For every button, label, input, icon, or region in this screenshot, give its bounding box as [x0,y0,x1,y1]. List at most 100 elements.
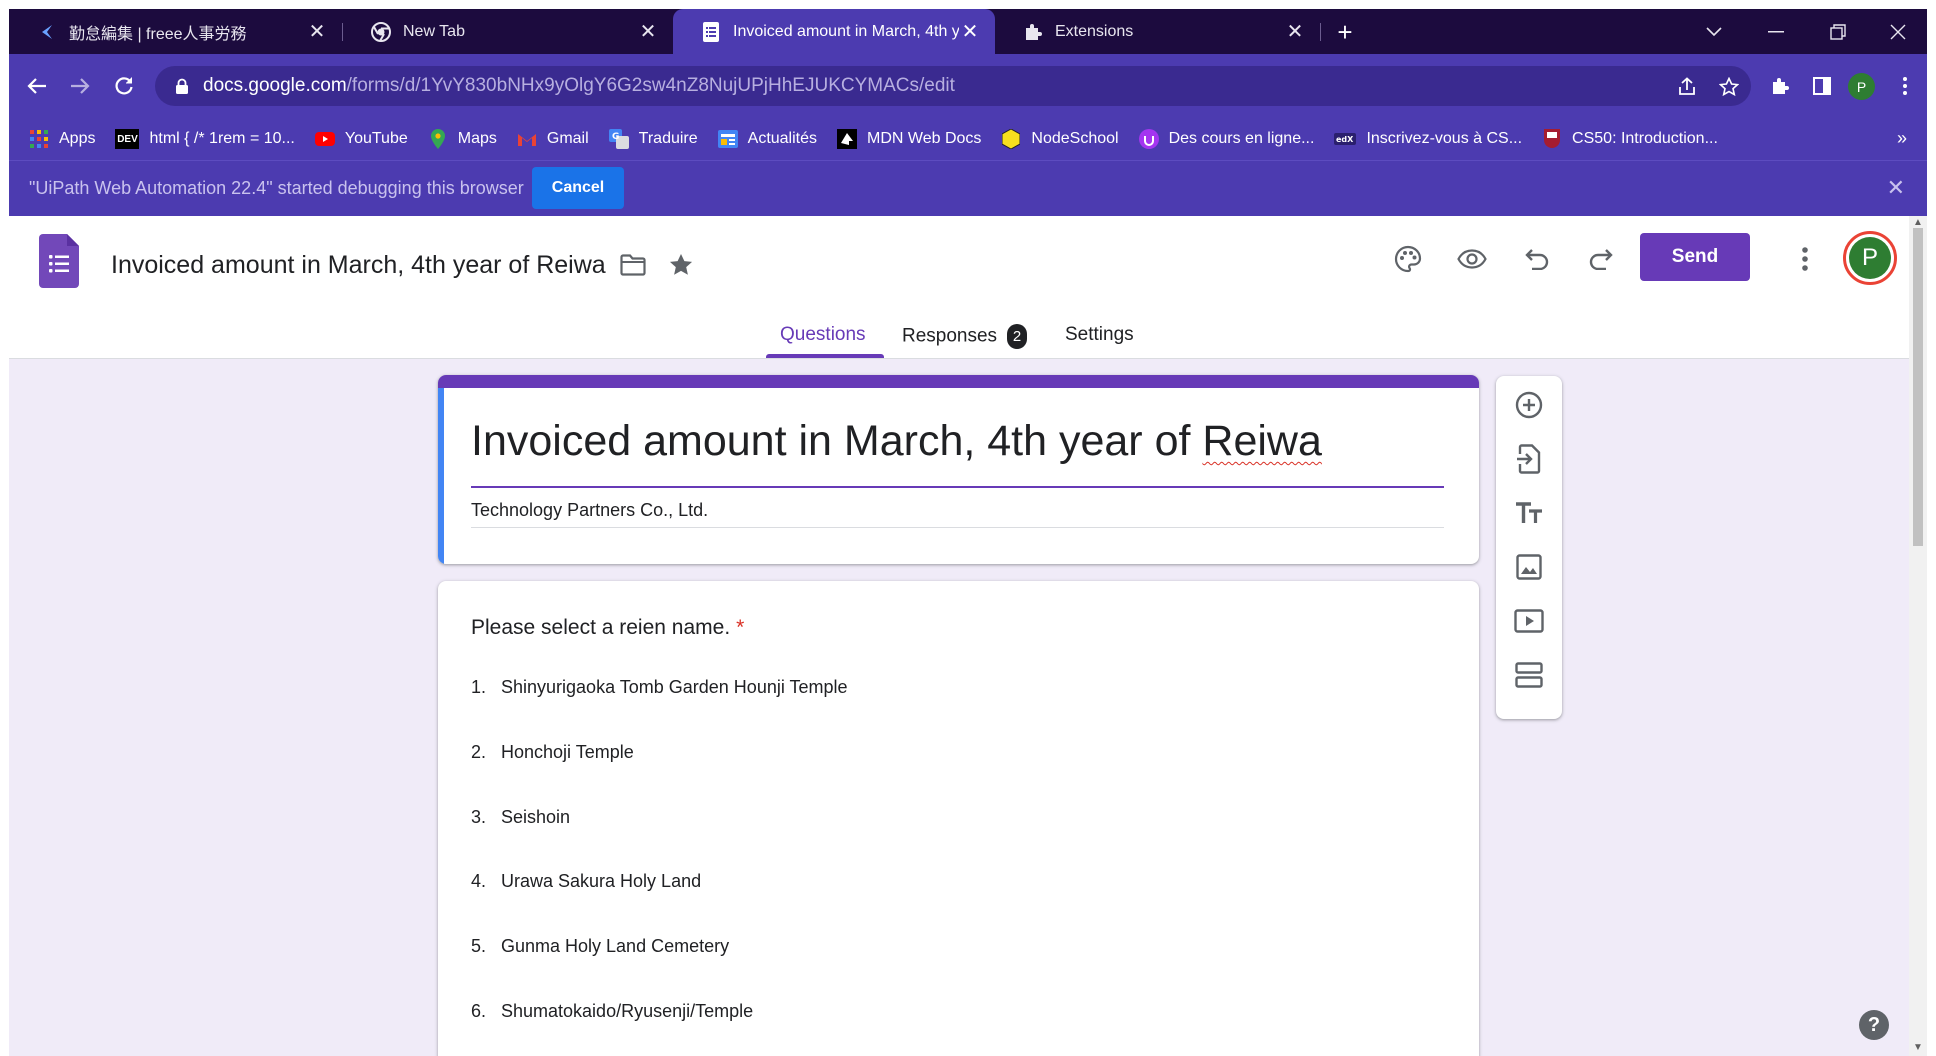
send-button[interactable]: Send [1640,233,1750,281]
list-item[interactable]: 3. Seishoin [471,807,570,828]
option-label: Urawa Sakura Holy Land [501,871,702,891]
bookmark-gmail[interactable]: Gmail [517,118,589,160]
option-number: 1. [471,677,487,697]
apps-grid-icon [29,129,49,149]
tab-title: Invoiced amount in March, 4th ye [733,22,959,40]
bookmark-label: CS50: Introduction... [1572,130,1718,147]
bookmark-label: Gmail [546,130,589,147]
list-item[interactable]: 6. Shumatokaido/Ryusenji/Temple [471,1001,753,1022]
option-number: 4. [471,871,487,891]
bookmark-edx[interactable]: edX Inscrivez-vous à CS... [1334,118,1522,160]
scroll-down-arrow-icon[interactable]: ▼ [1913,1042,1923,1053]
browser-window: 勤怠編集 | freee人事労務 ✕ New Tab ✕ Invoiced am… [9,9,1927,1056]
add-video-icon[interactable] [1512,604,1546,638]
bookmarks-overflow-chevron[interactable]: » [1897,128,1907,149]
account-avatar[interactable]: P [1843,231,1897,285]
bookmark-label: NodeSchool [1031,130,1119,147]
list-item[interactable]: 2. Honchoji Temple [471,742,634,763]
form-description-input[interactable]: Technology Partners Co., Ltd. [471,500,708,521]
document-title[interactable]: Invoiced amount in March, 4th year of Re… [111,251,606,280]
tab-title: Extensions [1055,22,1134,40]
required-asterisk: * [736,616,745,639]
bookmark-star-icon[interactable] [1716,74,1742,100]
add-title-text-icon[interactable] [1512,496,1546,530]
tab-search-chevron-icon[interactable] [1699,17,1729,47]
bookmark-traduire[interactable]: G Traduire [608,118,698,160]
list-item[interactable]: 4. Urawa Sakura Holy Land [471,871,701,892]
bookmark-dev[interactable]: DEV html { /* 1rem = 10... [115,118,295,160]
close-icon[interactable]: ✕ [959,21,981,43]
bookmark-mdn[interactable]: MDN Web Docs [837,118,981,160]
svg-text:G: G [612,132,619,142]
selected-card-indicator [438,388,444,564]
bookmark-maps[interactable]: Maps [428,118,497,160]
maps-icon [428,129,448,149]
preview-eye-icon[interactable] [1455,242,1489,276]
theme-color-bar [438,375,1479,388]
page-scrollbar[interactable]: ▲ ▼ [1909,216,1927,1056]
bookmark-udemy[interactable]: Des cours en ligne... [1138,118,1314,160]
forward-arrow-icon[interactable] [65,71,95,101]
form-title-input[interactable]: Invoiced amount in March, 4th year of Re… [471,417,1322,466]
reload-icon[interactable] [109,71,139,101]
redo-icon[interactable] [1584,242,1618,276]
tab-responses[interactable]: Responses 2 [902,324,1028,349]
question-card[interactable]: Please select a reien name. * 1. Shinyurig… [438,581,1479,1056]
address-bar[interactable]: docs.google.com/forms/d/1YvY830bNHx9yOlg… [155,66,1751,106]
window-close-icon[interactable] [1883,17,1913,47]
list-item[interactable]: 5. Gunma Holy Land Cemetery [471,936,729,957]
tab-responses-label: Responses [902,325,998,347]
profile-avatar-mini[interactable]: P [1848,73,1875,100]
google-forms-logo-icon[interactable] [39,234,79,288]
side-panel-icon[interactable] [1807,71,1837,101]
tab-freee[interactable]: 勤怠編集 | freee人事労務 ✕ [9,9,342,54]
tab-extensions[interactable]: Extensions ✕ [995,9,1320,54]
scroll-up-arrow-icon[interactable]: ▲ [1913,217,1923,228]
nodeschool-icon [1001,129,1021,149]
bookmark-youtube[interactable]: YouTube [314,118,408,160]
infobar-cancel-button[interactable]: Cancel [532,167,624,209]
move-to-folder-icon[interactable] [618,250,648,280]
add-section-icon[interactable] [1512,658,1546,692]
option-label: Shumatokaido/Ryusenji/Temple [501,1001,754,1021]
scroll-thumb[interactable] [1913,228,1923,546]
screen: 勤怠編集 | freee人事労務 ✕ New Tab ✕ Invoiced am… [0,0,1936,1056]
close-icon[interactable]: ✕ [1284,21,1306,43]
form-title-misspelled-word: Reiwa [1202,417,1322,465]
youtube-icon [314,129,335,149]
bookmarks-bar: Apps DEV html { /* 1rem = 10... YouTube … [9,118,1927,160]
tab-questions[interactable]: Questions [780,324,866,346]
kebab-menu-icon[interactable] [1890,71,1920,101]
import-questions-icon[interactable] [1512,442,1546,476]
form-title-card[interactable]: Invoiced amount in March, 4th year of Re… [438,375,1479,564]
list-item[interactable]: 1. Shinyurigaoka Tomb Garden Hounji Templ… [471,677,848,698]
help-icon[interactable]: ? [1859,1010,1889,1040]
bookmark-label: Inscrivez-vous à CS... [1366,130,1523,147]
bookmark-cs50[interactable]: CS50: Introduction... [1542,118,1718,160]
add-image-icon[interactable] [1512,550,1546,584]
back-arrow-icon[interactable] [22,71,52,101]
close-icon[interactable]: ✕ [306,21,328,43]
extensions-puzzle-icon[interactable] [1765,71,1795,101]
option-label: Shinyurigaoka Tomb Garden Hounji Temple [501,677,848,697]
bookmark-actualites[interactable]: Actualités [717,118,817,160]
new-tab-plus-icon[interactable]: + [1331,17,1359,47]
palette-icon[interactable] [1391,242,1425,276]
tab-forms[interactable]: Invoiced amount in March, 4th ye ✕ [673,9,995,54]
close-icon[interactable]: ✕ [637,21,659,43]
minimize-icon[interactable] [1761,17,1791,47]
more-vert-icon[interactable] [1790,242,1820,276]
undo-icon[interactable] [1520,242,1554,276]
option-number: 3. [471,807,487,827]
bookmark-nodeschool[interactable]: NodeSchool [1001,118,1119,160]
active-tab-indicator [766,354,884,358]
share-icon[interactable] [1674,74,1700,100]
star-icon[interactable] [666,250,696,280]
tab-settings[interactable]: Settings [1065,324,1134,346]
tab-new-tab[interactable]: New Tab ✕ [343,9,673,54]
add-question-icon[interactable] [1512,388,1546,422]
dev-icon: DEV [115,129,140,149]
restore-icon[interactable] [1823,17,1853,47]
infobar-close-icon[interactable]: ✕ [1887,175,1905,201]
bookmark-apps[interactable]: Apps [29,118,95,160]
